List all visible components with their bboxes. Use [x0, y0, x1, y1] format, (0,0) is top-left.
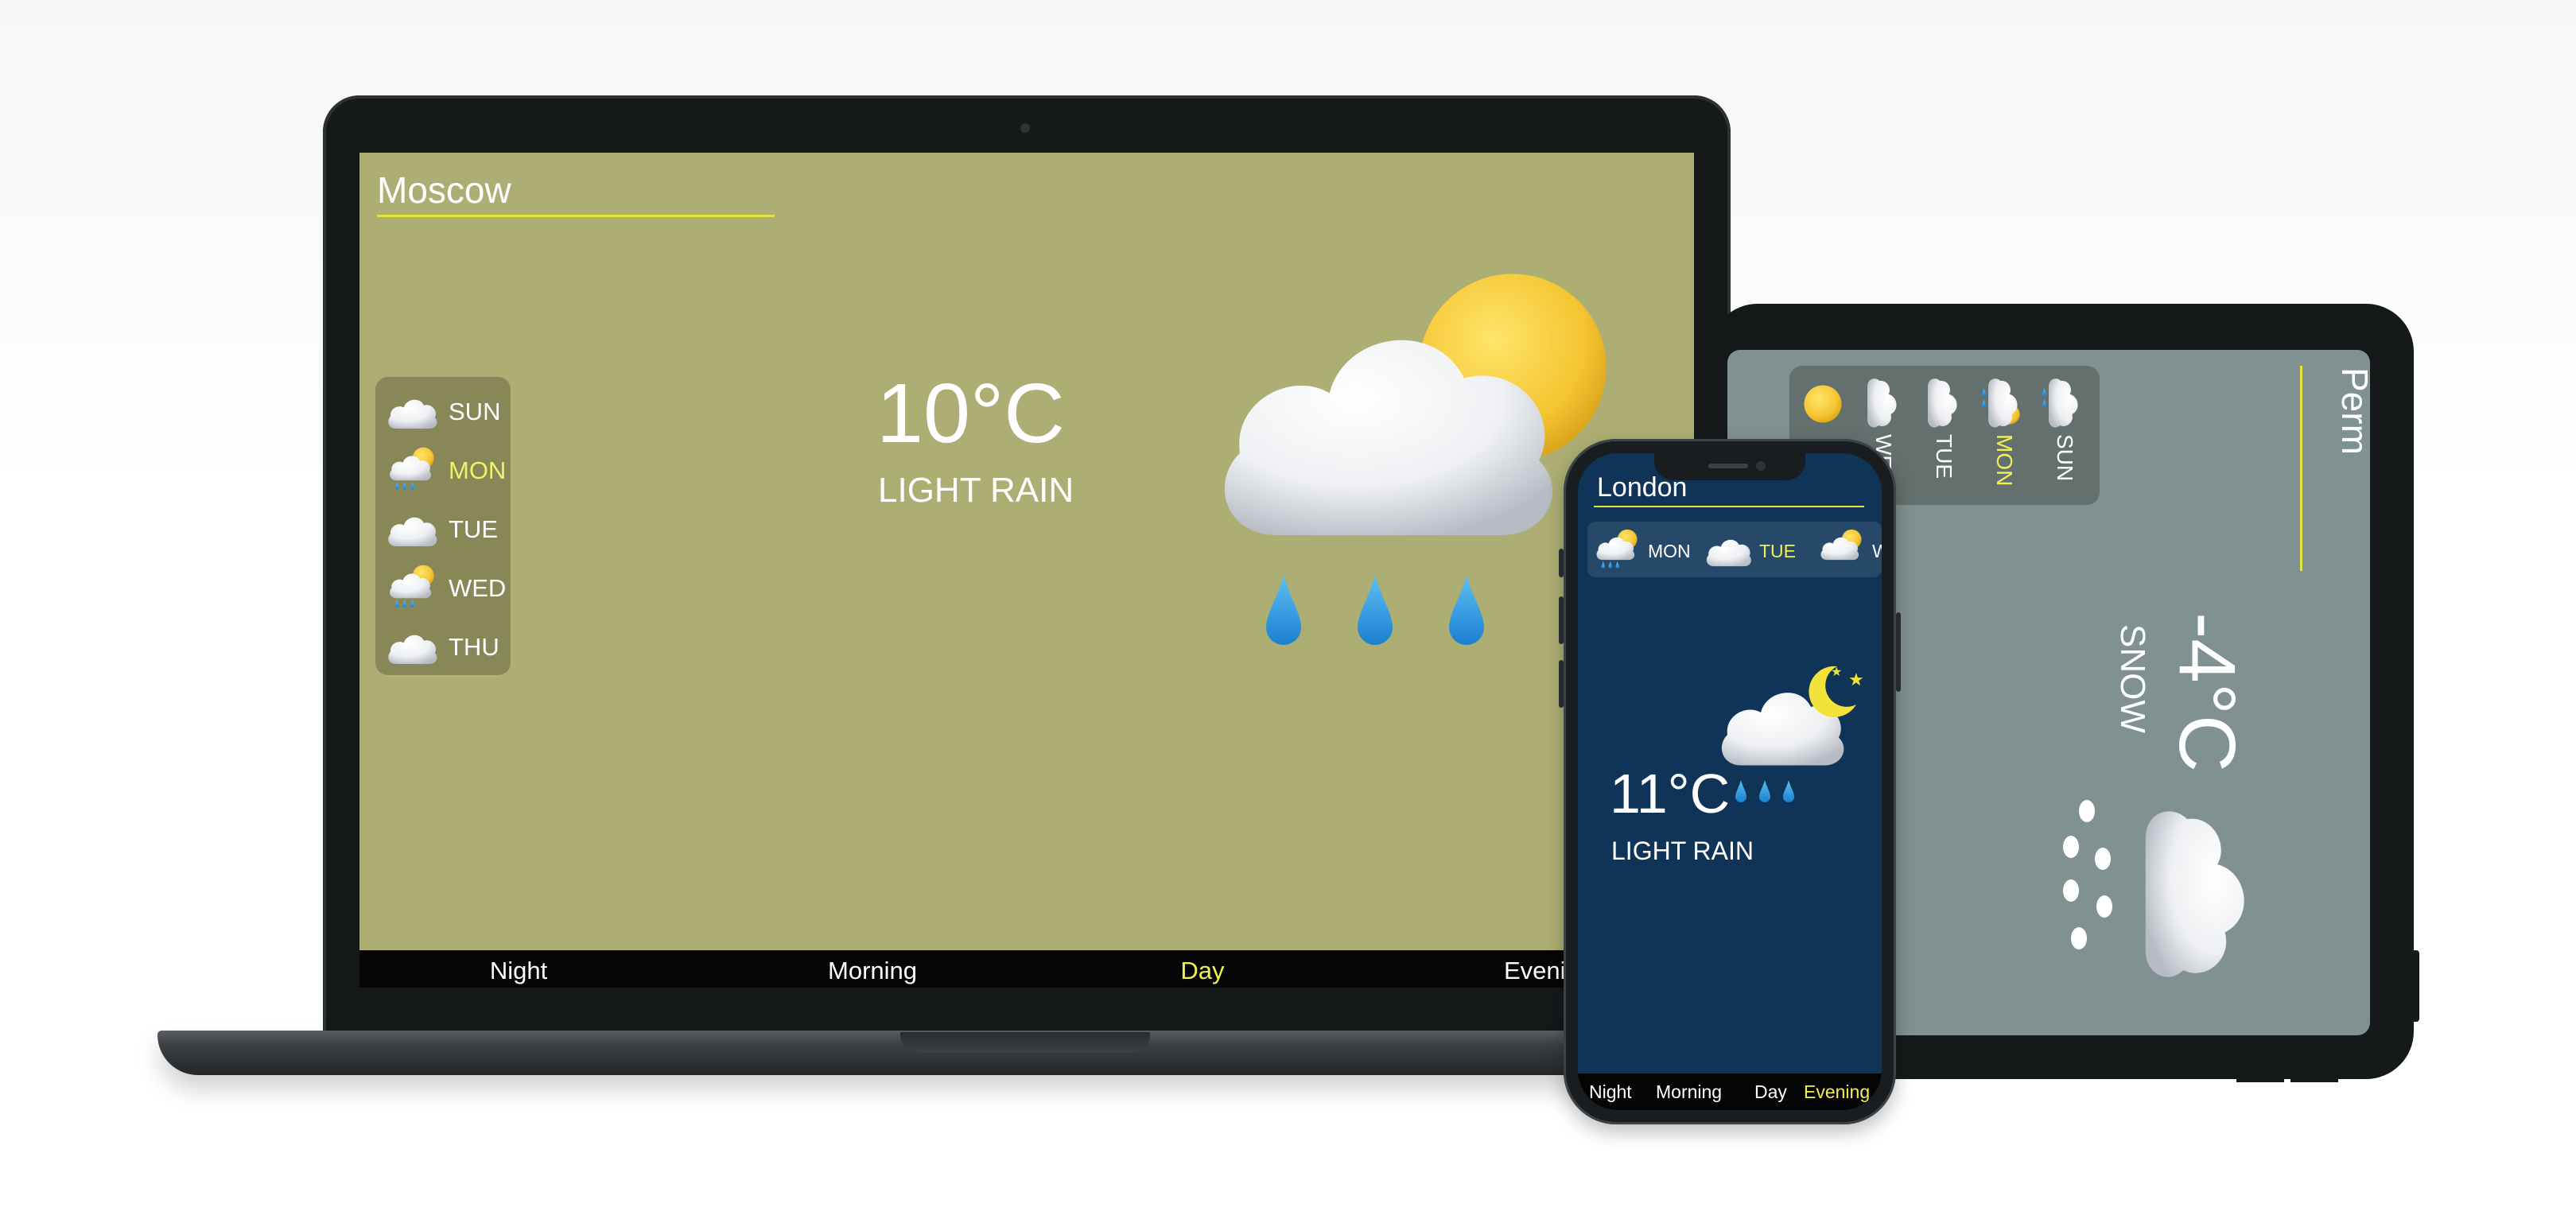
- tablet-volume-button: [2236, 1077, 2284, 1082]
- tablet-volume-button: [2290, 1077, 2338, 1082]
- day-item-tue[interactable]: TUE: [1704, 525, 1815, 574]
- cloud-icon: [388, 399, 437, 429]
- day-label: THU: [449, 633, 499, 661]
- phone-power-button: [1896, 612, 1901, 692]
- sun-cloud-rain-icon: [390, 565, 434, 608]
- snow-cloud-icon: [2063, 800, 2244, 977]
- day-item-mon[interactable]: MON: [1592, 525, 1704, 574]
- day-item-mon[interactable]: MON: [1976, 372, 2033, 499]
- period-tab-day[interactable]: Day: [1754, 1081, 1787, 1103]
- day-item-tue[interactable]: TUE: [1915, 372, 1972, 499]
- current-temperature: 11°C: [1610, 763, 1731, 825]
- day-label: TUE: [449, 515, 498, 543]
- cloud-rain-icon: [2042, 379, 2078, 428]
- phone-speaker: [1708, 464, 1748, 468]
- day-item-sun[interactable]: SUN: [385, 383, 512, 439]
- laptop-hinge-notch: [900, 1032, 1150, 1053]
- laptop-weather-screen: Moscow SUN MON TUE WED THU 10°C LIGHT RA…: [359, 153, 1694, 988]
- sun-cloud-rain-icon: [390, 447, 434, 490]
- day-label: SUN: [449, 398, 501, 425]
- sun-cloud-rain-icon: [1982, 379, 2020, 428]
- weather-condition: LIGHT RAIN: [878, 471, 1074, 510]
- day-label[interactable]: TUE: [1759, 541, 1796, 562]
- day-label: MON: [449, 456, 507, 484]
- period-tab-night[interactable]: Night: [1589, 1081, 1632, 1103]
- day-item-wed[interactable]: WED: [385, 560, 512, 615]
- day-label: MON: [1992, 434, 2017, 487]
- day-label: W: [1872, 541, 1882, 561]
- day-forecast-list: SUN MON TUE WED THU: [375, 377, 511, 675]
- city-title: Perm: [2334, 367, 2370, 455]
- cloud-icon: [1867, 379, 1897, 428]
- weather-condition: SNOW: [2113, 624, 2152, 733]
- tablet-side-button: [2413, 950, 2419, 1022]
- day-item-sun[interactable]: SUN: [2036, 372, 2093, 499]
- day-label: SUN: [2053, 434, 2077, 482]
- svg-text:★: ★: [1848, 670, 1864, 690]
- phone-weather-screen: London MON TUE W ★ ★ 11°C LIGHT RAIN Nig…: [1578, 453, 1882, 1110]
- day-label: WED: [449, 574, 507, 602]
- period-tab-morning[interactable]: Morning: [773, 957, 972, 985]
- sun-cloud-rain-icon: [1596, 529, 1638, 569]
- day-label: TUE: [1932, 434, 1956, 479]
- svg-text:★: ★: [1831, 664, 1842, 679]
- day-period-bar: Night Morning Day Evening: [359, 950, 1694, 988]
- current-temperature: -4°C: [2162, 612, 2252, 773]
- day-item-tue[interactable]: TUE: [385, 501, 512, 557]
- day-period-bar: Night Morning Day Evening: [1578, 1074, 1882, 1110]
- day-item-mon[interactable]: MON: [385, 442, 512, 498]
- day-item-wed[interactable]: W: [1816, 525, 1882, 574]
- period-tab-night[interactable]: Night: [439, 957, 598, 985]
- current-temperature: 10°C: [876, 367, 1065, 460]
- city-underline: [1594, 506, 1864, 507]
- period-tab-evening[interactable]: Evening: [1804, 1081, 1870, 1103]
- period-tab-morning[interactable]: Morning: [1656, 1081, 1722, 1103]
- phone-front-camera: [1756, 461, 1766, 471]
- weather-condition: LIGHT RAIN: [1611, 837, 1754, 865]
- cloud-icon: [1928, 379, 1957, 428]
- city-underline: [2300, 366, 2302, 571]
- day-label: MON: [1648, 541, 1691, 561]
- cloud-icon: [388, 517, 437, 547]
- sun-icon: [1804, 385, 1842, 423]
- day-item-thu[interactable]: THU: [385, 619, 512, 674]
- cloud-icon: [388, 635, 437, 665]
- city-underline: [377, 215, 775, 217]
- sun-cloud-icon: [1820, 529, 1862, 561]
- period-tab-day[interactable]: Day: [1123, 957, 1282, 985]
- city-title: Moscow: [377, 169, 511, 211]
- laptop-camera: [1020, 123, 1030, 133]
- moon-cloud-rain-icon: ★ ★: [1721, 664, 1864, 802]
- cloud-icon: [1706, 539, 1751, 567]
- day-forecast-list: MON TUE W: [1587, 522, 1882, 577]
